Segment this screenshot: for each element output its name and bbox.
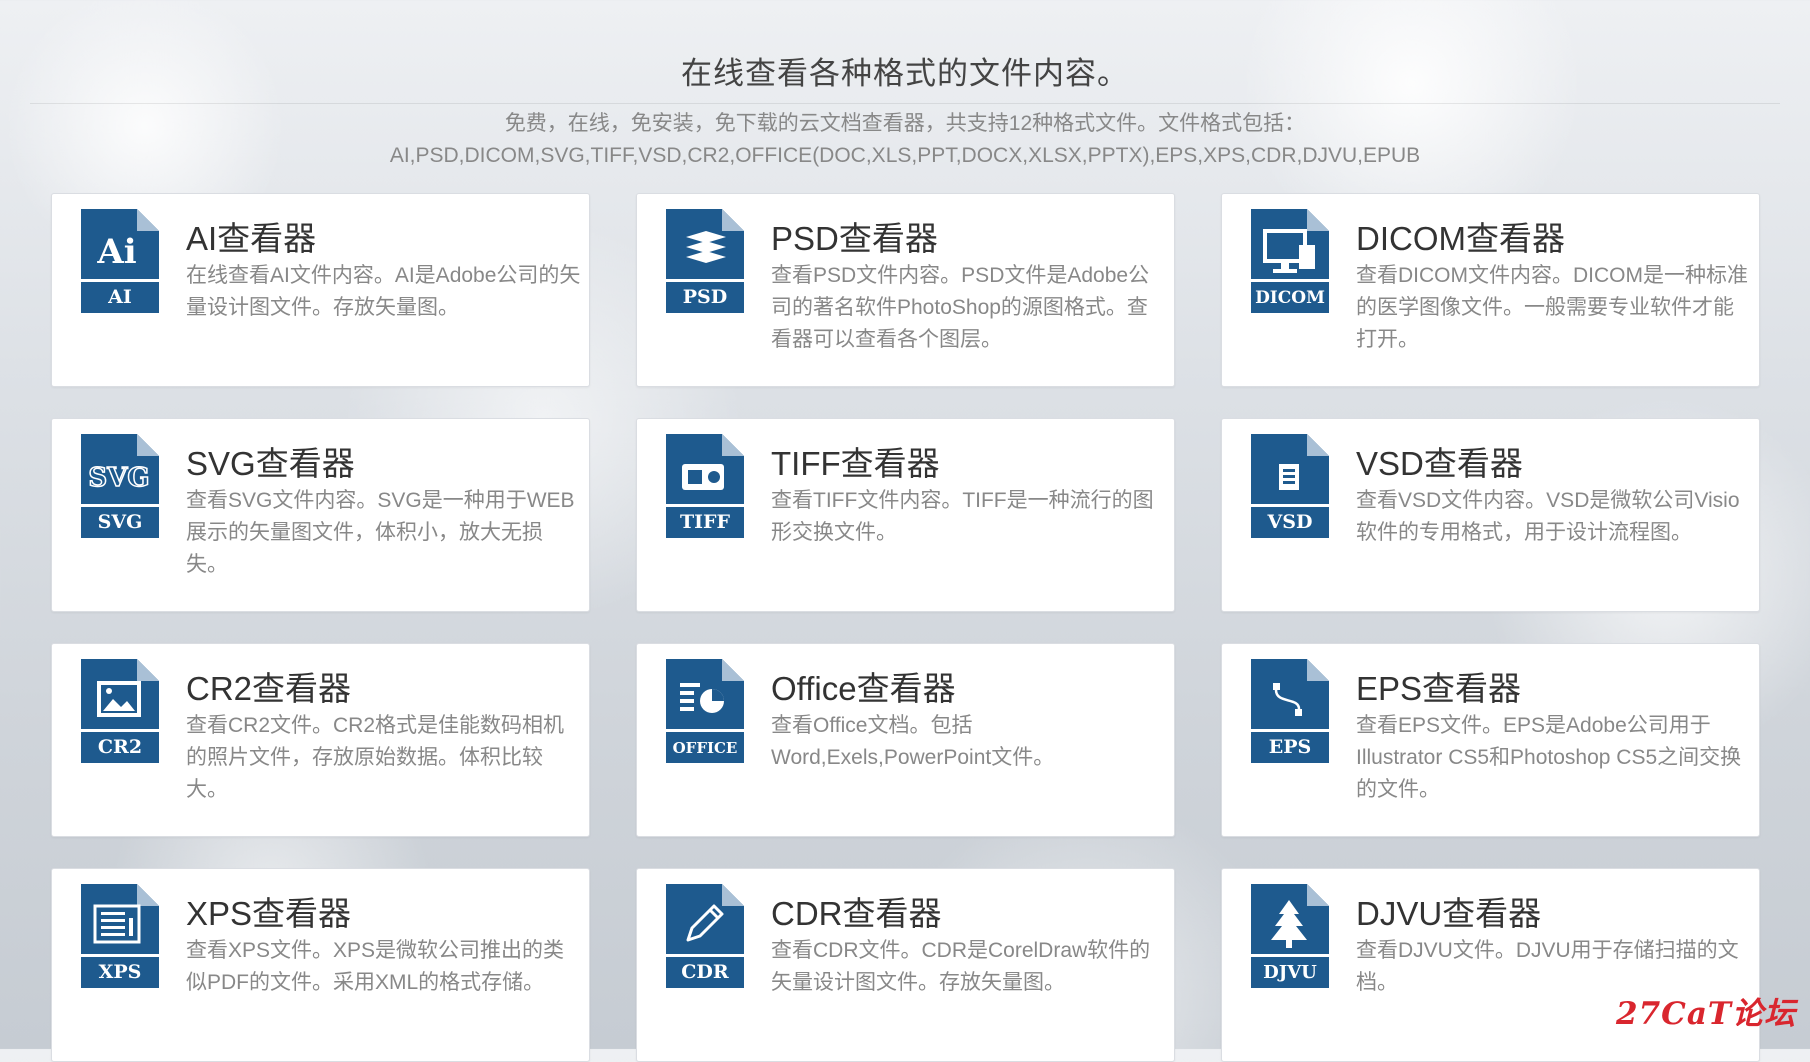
eps-file-icon: EPS — [1251, 659, 1329, 763]
dicom-badge: DICOM — [1255, 288, 1325, 308]
xps-badge: XPS — [99, 961, 142, 983]
svg-text:Ai: Ai — [96, 232, 136, 272]
vsd-file-icon: VSD — [1251, 434, 1329, 538]
viewer-card-dicom[interactable]: DICOM DICOM查看器 查看DICOM文件内容。DICOM是一种标准的医学… — [1221, 193, 1760, 387]
forum-watermark: 27CaT论坛 — [1616, 996, 1796, 1032]
tiff-viewer-description: 查看TIFF文件内容。TIFF是一种流行的图形交换文件。 — [771, 489, 1154, 544]
djvu-viewer-title: DJVU查看器 — [1356, 895, 1542, 932]
eps-badge: EPS — [1269, 736, 1312, 758]
vsd-badge: VSD — [1267, 511, 1313, 533]
eps-viewer-description: 查看EPS文件。EPS是Adobe公司用于Illustrator CS5和Pho… — [1356, 714, 1742, 801]
psd-viewer-title: PSD查看器 — [771, 220, 938, 257]
psd-viewer-description: 查看PSD文件内容。PSD文件是Adobe公司的著名软件PhotoShop的源图… — [771, 264, 1150, 351]
office-badge: OFFICE — [673, 739, 738, 757]
djvu-badge: DJVU — [1263, 962, 1317, 983]
office-file-icon: OFFICE — [666, 659, 744, 763]
vsd-viewer-title: VSD查看器 — [1356, 445, 1523, 482]
cdr-file-icon: CDR — [666, 884, 744, 988]
office-viewer-description: 查看Office文档。包括Word,Exels,PowerPoint文件。 — [771, 714, 1055, 769]
ai-viewer-title: AI查看器 — [186, 220, 317, 257]
dicom-file-icon: DICOM — [1251, 209, 1329, 313]
svg-text:SVG: SVG — [88, 463, 149, 493]
dicom-viewer-title: DICOM查看器 — [1356, 220, 1565, 257]
eps-viewer-title: EPS查看器 — [1356, 670, 1522, 707]
viewer-card-svg[interactable]: SVG SVG SVG查看器 查看SVG文件内容。SVG是一种用于WEB展示的矢… — [51, 418, 590, 612]
viewer-card-grid: Ai AI AI查看器 在线查看AI文件内容。AI是Adobe公司的矢量设计图文… — [51, 193, 1760, 1062]
svg-viewer-title: SVG查看器 — [186, 445, 355, 482]
xps-viewer-description: 查看XPS文件。XPS是微软公司推出的类似PDF的文件。采用XML的格式存储。 — [186, 939, 565, 994]
vsd-viewer-description: 查看VSD文件内容。VSD是微软公司Visio软件的专用格式，用于设计流程图。 — [1356, 489, 1740, 544]
cr2-badge: CR2 — [98, 736, 142, 758]
ai-viewer-description: 在线查看AI文件内容。AI是Adobe公司的矢量设计图文件。存放矢量图。 — [186, 264, 581, 319]
viewer-card-tiff[interactable]: TIFF TIFF查看器 查看TIFF文件内容。TIFF是一种流行的图形交换文件… — [636, 418, 1175, 612]
cdr-badge: CDR — [681, 961, 729, 983]
svg-badge: SVG — [98, 511, 143, 533]
office-viewer-title: Office查看器 — [771, 670, 956, 707]
psd-file-icon: PSD — [666, 209, 744, 313]
ai-badge: AI — [107, 286, 132, 308]
page-title: 在线查看各种格式的文件内容。 — [681, 56, 1129, 91]
svg-file-icon: SVG SVG — [81, 434, 159, 538]
cr2-file-icon: CR2 — [81, 659, 159, 763]
viewer-card-xps[interactable]: XPS XPS查看器 查看XPS文件。XPS是微软公司推出的类似PDF的文件。采… — [51, 868, 590, 1062]
svg-viewer-description: 查看SVG文件内容。SVG是一种用于WEB展示的矢量图文件，体积小，放大无损失。 — [186, 489, 575, 576]
subtitle-line-1: 免费，在线，免安装，免下载的云文档查看器，共支持12种格式文件。文件格式包括： — [504, 112, 1306, 135]
psd-badge: PSD — [683, 286, 728, 308]
dicom-viewer-description: 查看DICOM文件内容。DICOM是一种标准的医学图像文件。一般需要专业软件才能… — [1356, 264, 1748, 351]
cdr-viewer-description: 查看CDR文件。CDR是CorelDraw软件的矢量设计图文件。存放矢量图。 — [771, 939, 1151, 994]
viewer-card-office[interactable]: OFFICE Office查看器 查看Office文档。包括Word,Exels… — [636, 643, 1175, 837]
tiff-file-icon: TIFF — [666, 434, 744, 538]
viewer-card-cdr[interactable]: CDR CDR查看器 查看CDR文件。CDR是CorelDraw软件的矢量设计图… — [636, 868, 1175, 1062]
viewer-card-eps[interactable]: EPS EPS查看器 查看EPS文件。EPS是Adobe公司用于Illustra… — [1221, 643, 1760, 837]
cdr-viewer-title: CDR查看器 — [771, 895, 942, 932]
djvu-file-icon: DJVU — [1251, 884, 1329, 988]
viewer-card-ai[interactable]: Ai AI AI查看器 在线查看AI文件内容。AI是Adobe公司的矢量设计图文… — [51, 193, 590, 387]
cr2-viewer-title: CR2查看器 — [186, 670, 352, 707]
viewer-card-vsd[interactable]: VSD VSD查看器 查看VSD文件内容。VSD是微软公司Visio软件的专用格… — [1221, 418, 1760, 612]
viewer-card-cr2[interactable]: CR2 CR2查看器 查看CR2文件。CR2格式是佳能数码相机的照片文件，存放原… — [51, 643, 590, 837]
page-header: 在线查看各种格式的文件内容。 — [0, 48, 1810, 93]
subtitle-line-2: AI,PSD,DICOM,SVG,TIFF,VSD,CR2,OFFICE(DOC… — [389, 144, 1421, 167]
xps-file-icon: XPS — [81, 884, 159, 988]
xps-viewer-title: XPS查看器 — [186, 895, 352, 932]
tiff-badge: TIFF — [680, 511, 731, 533]
viewer-card-psd[interactable]: PSD PSD查看器 查看PSD文件内容。PSD文件是Adobe公司的著名软件P… — [636, 193, 1175, 387]
page-subtitle: 免费，在线，免安装，免下载的云文档查看器，共支持12种格式文件。文件格式包括： … — [0, 108, 1810, 172]
tiff-viewer-title: TIFF查看器 — [771, 445, 940, 482]
cr2-viewer-description: 查看CR2文件。CR2格式是佳能数码相机的照片文件，存放原始数据。体积比较大。 — [186, 714, 565, 801]
ai-file-icon: Ai AI — [81, 209, 159, 313]
header-divider — [30, 103, 1780, 104]
